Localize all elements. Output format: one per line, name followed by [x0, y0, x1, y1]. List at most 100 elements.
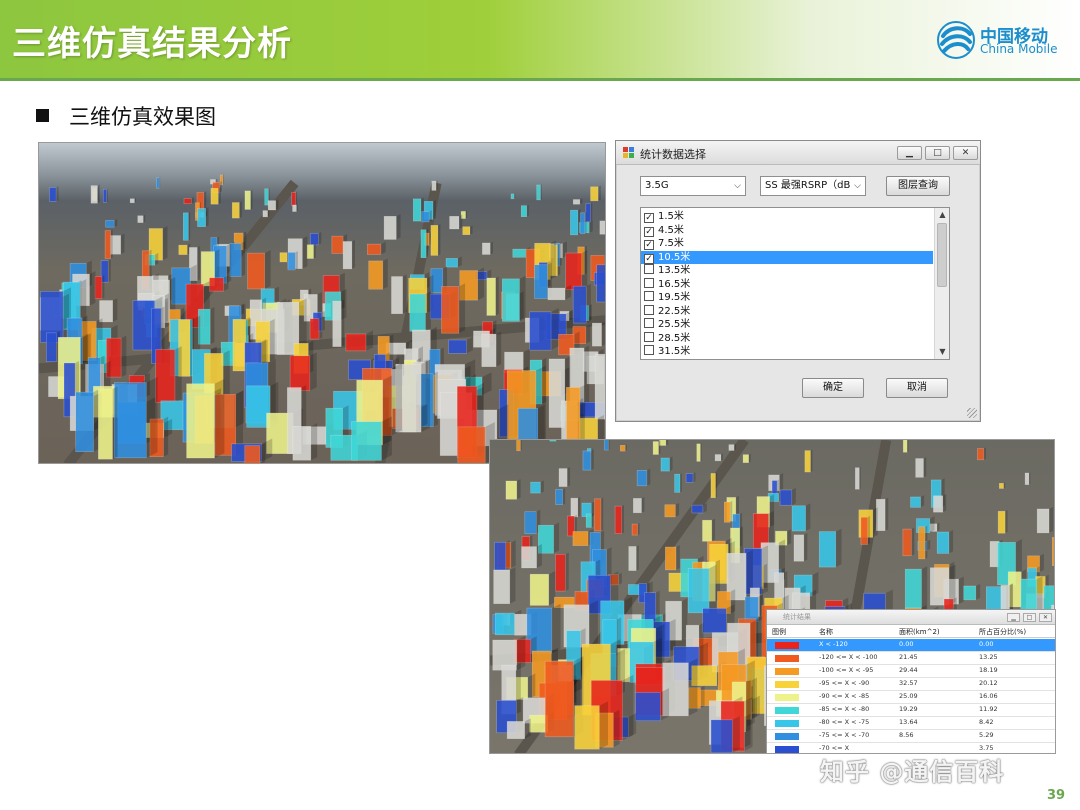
- building-side-shape: [920, 495, 925, 508]
- cell-percent: 13.25: [979, 653, 998, 661]
- building-shape: [102, 188, 107, 203]
- building-side-shape: [97, 184, 100, 204]
- stats-close-button[interactable]: ✕: [1039, 613, 1052, 622]
- building-shape: [182, 212, 189, 241]
- table-row[interactable]: -85 <= X < -80 19.29 11.92: [767, 704, 1055, 717]
- building-shape: [310, 233, 319, 246]
- building-shape: [287, 252, 296, 271]
- list-item[interactable]: 22.5米: [641, 304, 933, 319]
- checkbox-icon[interactable]: [644, 277, 654, 288]
- table-row[interactable]: -80 <= X < -75 13.64 8.42: [767, 717, 1055, 730]
- maximize-button[interactable]: □: [925, 146, 950, 160]
- list-item[interactable]: ✓ 1.5米: [641, 210, 933, 224]
- cell-area: 0.00: [899, 640, 914, 648]
- building-side-shape: [675, 502, 680, 517]
- building-shape: [279, 252, 288, 263]
- list-item[interactable]: ✓ 7.5米: [641, 237, 933, 251]
- building-shape: [292, 426, 312, 461]
- building-shape: [332, 300, 342, 347]
- checkbox-checked-icon[interactable]: ✓: [644, 253, 654, 264]
- checkbox-icon[interactable]: [644, 345, 654, 355]
- list-item[interactable]: 13.5米: [641, 264, 933, 278]
- building-side-shape: [108, 259, 111, 283]
- stats-titlebar[interactable]: 统计结果 ▁ □ ✕: [767, 610, 1055, 625]
- resize-grip-icon[interactable]: [967, 408, 977, 418]
- building-side-shape: [269, 318, 275, 362]
- building-side-shape: [911, 527, 915, 556]
- chevron-down-icon[interactable]: ⌵: [850, 177, 865, 195]
- table-row[interactable]: -90 <= X < -85 25.09 16.06: [767, 691, 1055, 704]
- building-side-shape: [509, 567, 516, 604]
- building-shape: [512, 248, 527, 258]
- list-item[interactable]: 16.5米: [641, 277, 933, 292]
- checkbox-checked-icon[interactable]: ✓: [644, 226, 654, 237]
- list-item[interactable]: 19.5米: [641, 291, 933, 305]
- building-side-shape: [958, 576, 964, 605]
- checkbox-icon[interactable]: [644, 264, 654, 274]
- building-side-shape: [688, 658, 698, 716]
- building-shape: [502, 278, 520, 322]
- cell-area: 29.44: [899, 666, 918, 674]
- stats-minimize-button[interactable]: ▁: [1007, 613, 1020, 622]
- building-shape: [804, 450, 811, 473]
- list-item[interactable]: ✓ 10.5米: [641, 250, 933, 264]
- building-shape: [619, 445, 626, 452]
- building-shape: [604, 440, 609, 451]
- building-shape: [702, 608, 727, 634]
- table-row[interactable]: X < -120 0.00 0.00: [767, 639, 1055, 652]
- cancel-button[interactable]: 取消: [886, 378, 948, 398]
- checkbox-checked-icon[interactable]: ✓: [644, 213, 654, 223]
- building-shape: [90, 185, 98, 204]
- close-button[interactable]: ✕: [953, 146, 978, 160]
- building-shape: [963, 585, 977, 601]
- dialog-titlebar[interactable]: 统计数据选择 ▁ □ ✕: [616, 141, 980, 165]
- checkbox-icon[interactable]: [644, 304, 654, 315]
- building-side-shape: [101, 275, 105, 299]
- checkbox-icon[interactable]: [644, 318, 654, 328]
- building-side-shape: [309, 352, 317, 391]
- building-shape: [635, 692, 661, 722]
- building-side-shape: [310, 423, 318, 461]
- building-side-shape: [599, 701, 609, 750]
- height-layer-list[interactable]: ✓ 1.5米 ✓ 4.5米 ✓ 7.5米 ✓ 10.5米 13.5米 16.5米 19.5米 22.5…: [640, 207, 950, 360]
- list-item[interactable]: ✓ 4.5米: [641, 224, 933, 238]
- building-shape: [664, 504, 676, 518]
- network-combo[interactable]: 3.5G ⌵: [640, 176, 746, 196]
- scroll-up-icon[interactable]: ▲: [935, 208, 949, 222]
- checkbox-icon[interactable]: [644, 331, 654, 342]
- building-side-shape: [275, 199, 279, 210]
- layer-query-button[interactable]: 图层查询: [886, 176, 950, 196]
- table-row[interactable]: -75 <= X < -70 8.56 5.29: [767, 730, 1055, 743]
- scroll-down-icon[interactable]: ▼: [935, 345, 949, 359]
- building-side-shape: [872, 507, 878, 538]
- building-shape: [462, 226, 471, 236]
- list-item[interactable]: 28.5米: [641, 331, 933, 346]
- list-item-label: 1.5米: [658, 211, 684, 222]
- checkbox-icon[interactable]: [644, 291, 654, 301]
- building-side-shape: [382, 258, 388, 290]
- building-shape: [558, 468, 568, 487]
- minimize-button[interactable]: ▁: [897, 146, 922, 160]
- building-shape: [902, 528, 912, 557]
- building-shape: [231, 202, 240, 219]
- building-shape: [918, 526, 926, 560]
- cell-area: 13.64: [899, 718, 918, 726]
- building-shape: [631, 523, 638, 536]
- list-item[interactable]: 25.5米: [641, 318, 933, 332]
- stats-maximize-button[interactable]: □: [1023, 613, 1036, 622]
- list-item[interactable]: 31.5米: [641, 345, 933, 359]
- table-row[interactable]: -95 <= X < -90 32.57 20.12: [767, 678, 1055, 691]
- table-row[interactable]: -100 <= X < -95 29.44 18.19: [767, 665, 1055, 678]
- building-shape: [493, 569, 511, 604]
- checkbox-checked-icon[interactable]: ✓: [644, 240, 654, 250]
- building-side-shape: [975, 583, 981, 600]
- building-side-shape: [637, 523, 640, 536]
- building-side-shape: [1003, 482, 1006, 489]
- table-row[interactable]: -120 <= X < -100 21.45 13.25: [767, 652, 1055, 665]
- scroll-thumb[interactable]: [937, 223, 947, 287]
- ok-button[interactable]: 确定: [802, 378, 864, 398]
- list-scrollbar[interactable]: ▲ ▼: [934, 208, 949, 359]
- metric-combo[interactable]: SS 最强RSRP（dB ⌵: [760, 176, 866, 196]
- 3d-simulation-view-top[interactable]: [38, 142, 606, 464]
- chevron-down-icon[interactable]: ⌵: [730, 177, 745, 195]
